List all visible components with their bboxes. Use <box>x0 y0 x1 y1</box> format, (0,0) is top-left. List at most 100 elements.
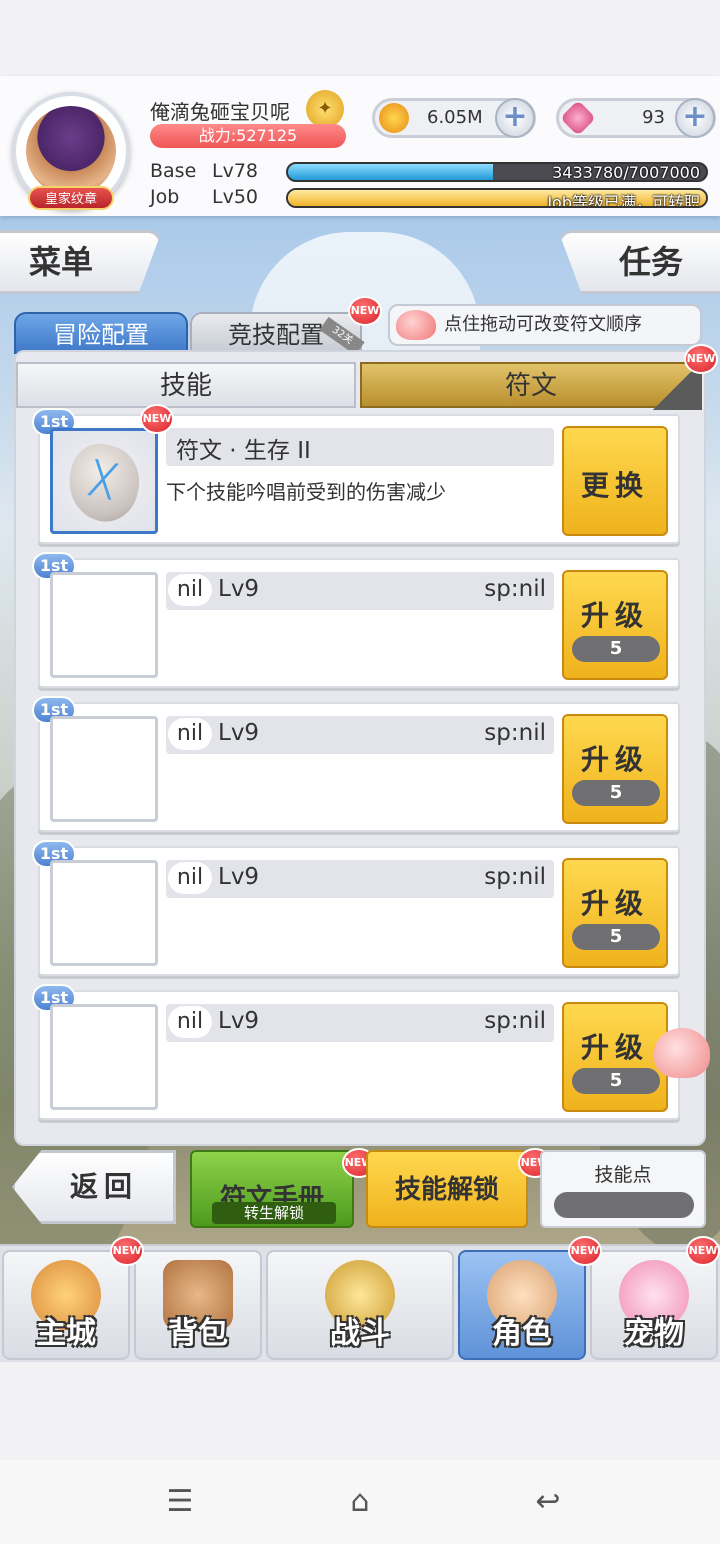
job-level: Lv50 <box>212 186 259 208</box>
tab-skill[interactable]: 技能 <box>16 362 356 408</box>
skill-slot[interactable] <box>50 572 158 678</box>
rune-info-bar: 符文 · 生存 II <box>166 428 554 466</box>
skill-row[interactable]: 1st nil Lv9 sp:nil 升级 5 <box>32 984 680 1120</box>
base-exp-bar: 3433780/7007000 <box>286 162 708 182</box>
job-status-text: Job等级已满，可转职 <box>547 193 700 208</box>
upgrade-button[interactable]: 升级 5 <box>562 570 668 680</box>
skill-name: nil <box>168 862 212 894</box>
job-label: Job <box>150 186 180 208</box>
base-level: Lv78 <box>212 160 259 182</box>
tab-arena-label: 竞技配置 <box>228 321 324 349</box>
nav-pet[interactable]: 宠物 <box>590 1250 718 1360</box>
gem-amount: 93 <box>642 107 665 128</box>
skill-row[interactable]: 1st nil Lv9 sp:nil 升级 5 <box>32 840 680 976</box>
upgrade-button[interactable]: 升级 5 <box>562 1002 668 1112</box>
skill-name: nil <box>168 718 212 750</box>
nav-character[interactable]: 角色 <box>458 1250 586 1360</box>
new-badge: NEW <box>348 296 382 326</box>
royal-badge: 皇家纹章 <box>28 186 114 210</box>
skill-points-box: 技能点 <box>540 1150 706 1228</box>
skill-sp: sp:nil <box>484 1008 546 1034</box>
rune-row[interactable]: 1st ᚷ 符文 · 生存 II 下个技能吟唱前受到的伤害减少 更换 <box>32 408 680 544</box>
combat-power: 战力:527125 <box>150 124 346 148</box>
nav-label: 角色 <box>492 1316 552 1351</box>
skill-name: nil <box>168 1006 212 1038</box>
upgrade-cost: 5 <box>572 1068 660 1094</box>
gold-currency: 6.05M + <box>372 98 536 138</box>
upgrade-cost: 5 <box>572 780 660 806</box>
skill-slot[interactable] <box>50 1004 158 1110</box>
skill-name: nil <box>168 574 212 606</box>
upgrade-cost: 5 <box>572 924 660 950</box>
new-badge: NEW <box>686 1236 720 1266</box>
nav-label: 主城 <box>36 1316 96 1351</box>
home-icon[interactable]: ⌂ <box>340 1486 380 1518</box>
rune-name: 符文 · 生存 II <box>176 438 311 464</box>
nav-backpack[interactable]: 背包 <box>134 1250 262 1360</box>
job-exp-bar: Job等级已满，可转职 <box>286 188 708 208</box>
change-label: 更换 <box>580 469 649 502</box>
nav-label: 背包 <box>168 1316 228 1351</box>
nav-label: 战斗 <box>330 1316 390 1351</box>
skill-points-label: 技能点 <box>594 1164 652 1186</box>
floating-poring-icon[interactable] <box>654 1028 710 1078</box>
new-badge: NEW <box>568 1236 602 1266</box>
gem-currency: 93 + <box>556 98 716 138</box>
nav-label: 宠物 <box>624 1316 684 1351</box>
skill-level: Lv9 <box>218 576 260 602</box>
task-button[interactable]: 任务 <box>558 230 720 294</box>
nav-battle[interactable]: 战斗 <box>266 1250 454 1360</box>
skill-sp: sp:nil <box>484 864 546 890</box>
poring-icon <box>396 310 436 340</box>
skill-info-bar: nil Lv9 sp:nil <box>166 716 554 754</box>
skill-row[interactable]: 1st nil Lv9 sp:nil 升级 5 <box>32 552 680 688</box>
add-gold-button[interactable]: + <box>495 98 535 138</box>
menu-button[interactable]: 菜单 <box>0 230 162 294</box>
upgrade-button[interactable]: 升级 5 <box>562 714 668 824</box>
tab-rune-label: 符文 <box>504 371 557 401</box>
skill-level: Lv9 <box>218 1008 260 1034</box>
base-label: Base <box>150 160 197 182</box>
rune-slot[interactable]: ᚷ <box>50 428 158 534</box>
skill-points-bar <box>554 1192 694 1218</box>
player-name: 俺滴兔砸宝贝呢 <box>150 100 290 124</box>
base-exp-text: 3433780/7007000 <box>552 163 700 182</box>
skill-info-bar: nil Lv9 sp:nil <box>166 572 554 610</box>
tab-arena-config[interactable]: 竞技配置 32关 <box>190 312 365 356</box>
upgrade-button[interactable]: 升级 5 <box>562 858 668 968</box>
skill-sp: sp:nil <box>484 576 546 602</box>
add-gem-button[interactable]: + <box>675 98 715 138</box>
skill-level: Lv9 <box>218 864 260 890</box>
back-button[interactable]: 返回 <box>12 1150 176 1224</box>
tab-rune[interactable]: 符文 <box>360 362 702 410</box>
avatar-portrait <box>26 106 116 196</box>
upgrade-label: 升级 <box>580 599 649 632</box>
upgrade-label: 升级 <box>580 1031 649 1064</box>
nav-main-city[interactable]: 主城 <box>2 1250 130 1360</box>
back-icon[interactable]: ↩ <box>528 1486 568 1518</box>
new-badge: NEW <box>684 344 718 374</box>
rune-manual-button[interactable]: 符文手册 转生解锁 <box>190 1150 354 1228</box>
bottom-nav: 主城 背包 战斗 角色 宠物 <box>0 1244 720 1362</box>
skill-slot[interactable] <box>50 716 158 822</box>
recent-apps-icon[interactable]: ☰ <box>160 1486 200 1518</box>
change-rune-button[interactable]: 更换 <box>562 426 668 536</box>
upgrade-label: 升级 <box>580 887 649 920</box>
gem-icon <box>559 99 597 137</box>
new-badge: NEW <box>110 1236 144 1266</box>
skill-unlock-button[interactable]: 技能解锁 <box>366 1150 528 1228</box>
gold-coin-icon <box>379 103 409 133</box>
skill-info-bar: nil Lv9 sp:nil <box>166 1004 554 1042</box>
rebirth-unlock-label: 转生解锁 <box>212 1202 336 1224</box>
base-exp-fill <box>288 164 493 180</box>
rune-description: 下个技能吟唱前受到的伤害减少 <box>166 480 446 504</box>
tab-adventure-config[interactable]: 冒险配置 <box>14 312 188 354</box>
skill-info-bar: nil Lv9 sp:nil <box>166 860 554 898</box>
rank-emblem-icon[interactable]: ✦ <box>306 90 344 128</box>
system-nav-bar: ☰ ⌂ ↩ <box>0 1460 720 1544</box>
skill-level: Lv9 <box>218 720 260 746</box>
upgrade-cost: 5 <box>572 636 660 662</box>
skill-sp: sp:nil <box>484 720 546 746</box>
skill-slot[interactable] <box>50 860 158 966</box>
skill-row[interactable]: 1st nil Lv9 sp:nil 升级 5 <box>32 696 680 832</box>
